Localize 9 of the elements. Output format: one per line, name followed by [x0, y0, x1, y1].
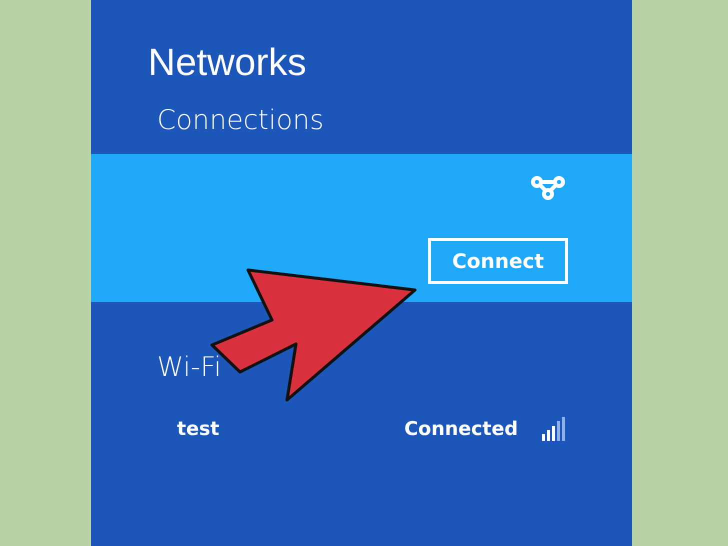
network-name[interactable]: test [177, 418, 220, 440]
panel-title: Networks [148, 42, 308, 85]
connect-button[interactable]: Connect [428, 238, 568, 284]
section-heading: Connections [157, 105, 325, 138]
section-heading: Wi-Fi [157, 352, 222, 383]
signal-icon [542, 417, 566, 441]
knot-icon [530, 175, 566, 201]
connection-item[interactable]: Connect [91, 154, 632, 302]
connection-status: Connected [404, 418, 518, 440]
